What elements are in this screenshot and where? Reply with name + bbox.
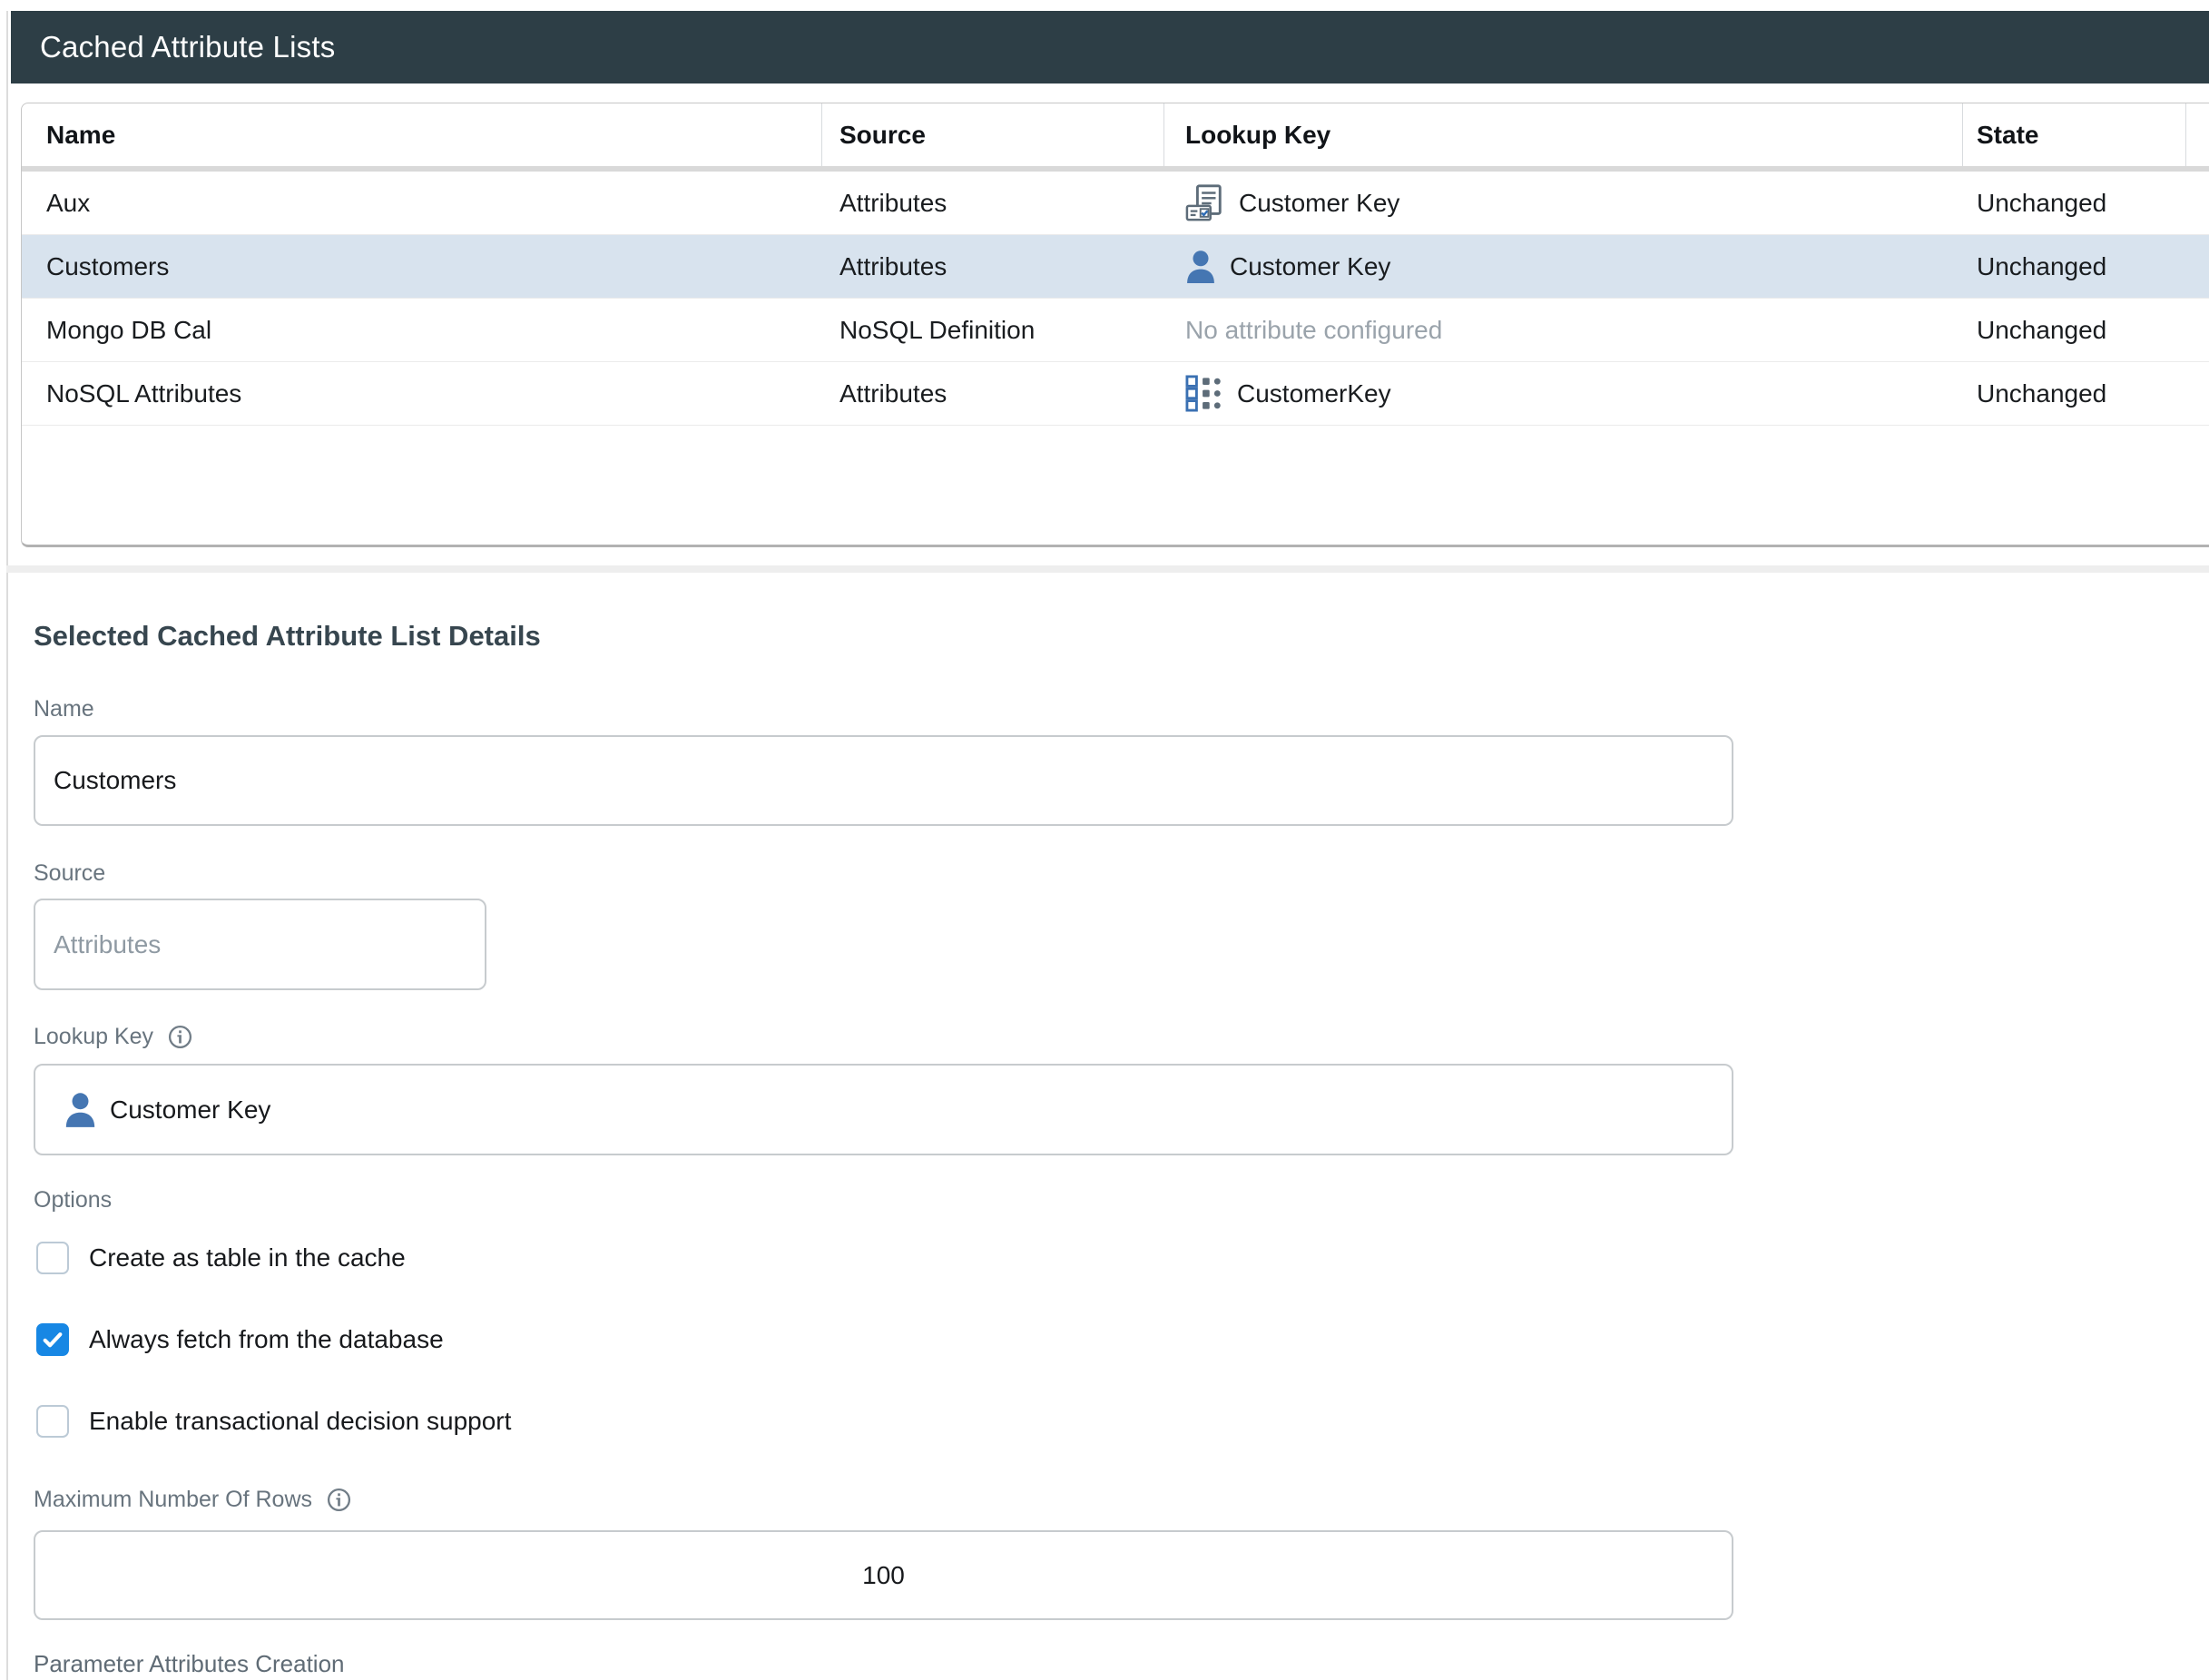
- option-always-fetch: Always fetch from the database: [36, 1323, 444, 1356]
- cell-lookup-key: Customer Key: [1164, 172, 1963, 234]
- person-icon: [64, 1092, 96, 1128]
- column-header-spacer: [2186, 103, 2209, 166]
- checkbox-checked[interactable]: [36, 1323, 69, 1356]
- cell-name: NoSQL Attributes: [22, 362, 822, 425]
- cell-spacer: [2186, 362, 2209, 425]
- max-rows-input[interactable]: [35, 1532, 1732, 1618]
- person-icon: [1185, 250, 1216, 284]
- lookup-key-text: Customer Key: [1230, 252, 1390, 281]
- checkbox-unchecked[interactable]: [36, 1405, 69, 1438]
- panel-left-border: [6, 11, 8, 1680]
- cell-state: Unchanged: [1963, 172, 2186, 234]
- checkbox-label: Create as table in the cache: [89, 1243, 406, 1272]
- cell-source: Attributes: [822, 235, 1164, 298]
- lookup-key-text: CustomerKey: [1237, 379, 1391, 408]
- cell-source: Attributes: [822, 362, 1164, 425]
- column-header-lookup-key[interactable]: Lookup Key: [1164, 103, 1963, 166]
- cell-state: Unchanged: [1963, 299, 2186, 361]
- max-rows-label-row: Maximum Number Of Rows: [34, 1487, 351, 1513]
- source-field-label: Source: [34, 860, 105, 887]
- checkbox-label: Always fetch from the database: [89, 1325, 444, 1354]
- lookup-key-value: Customer Key: [110, 1095, 270, 1125]
- options-label: Options: [34, 1187, 112, 1213]
- lookup-key-empty-text: No attribute configured: [1185, 316, 1442, 345]
- form-checklist-icon: [1185, 183, 1225, 223]
- lookup-key-label-row: Lookup Key: [34, 1024, 192, 1050]
- option-transactional-support: Enable transactional decision support: [36, 1405, 511, 1438]
- name-field-label: Name: [34, 696, 94, 722]
- cell-name: Mongo DB Cal: [22, 299, 822, 361]
- attribute-grid-icon: [1185, 375, 1223, 412]
- cell-state: Unchanged: [1963, 235, 2186, 298]
- cell-lookup-key: Customer Key: [1164, 235, 1963, 298]
- section-divider: [6, 565, 2209, 573]
- lookup-key-text: Customer Key: [1239, 189, 1399, 218]
- cell-state: Unchanged: [1963, 362, 2186, 425]
- cached-attribute-lists-table: Name Source Lookup Key State Aux Attribu…: [21, 103, 2209, 547]
- table-header-row: Name Source Lookup Key State: [22, 103, 2209, 172]
- info-icon[interactable]: [327, 1488, 351, 1512]
- lookup-key-field-label: Lookup Key: [34, 1024, 153, 1050]
- table-row[interactable]: Mongo DB Cal NoSQL Definition No attribu…: [22, 299, 2209, 362]
- source-input[interactable]: [35, 900, 485, 988]
- checkbox-unchecked[interactable]: [36, 1242, 69, 1274]
- cell-source: NoSQL Definition: [822, 299, 1164, 361]
- column-header-source[interactable]: Source: [822, 103, 1164, 166]
- cell-lookup-key: No attribute configured: [1164, 299, 1963, 361]
- max-rows-field-label: Maximum Number Of Rows: [34, 1487, 312, 1513]
- name-input-wrapper: [34, 735, 1733, 826]
- max-rows-input-wrapper: [34, 1530, 1733, 1620]
- table-row[interactable]: Aux Attributes Customer Key Unchanged: [22, 172, 2209, 235]
- checkbox-label: Enable transactional decision support: [89, 1407, 511, 1436]
- parameter-attributes-creation-label: Parameter Attributes Creation: [34, 1650, 345, 1678]
- info-icon[interactable]: [168, 1025, 192, 1049]
- cell-spacer: [2186, 172, 2209, 234]
- option-create-as-table: Create as table in the cache: [36, 1242, 406, 1274]
- details-heading: Selected Cached Attribute List Details: [34, 620, 541, 653]
- cell-source: Attributes: [822, 172, 1164, 234]
- source-input-wrapper: [34, 899, 486, 990]
- cell-name: Customers: [22, 235, 822, 298]
- lookup-key-input[interactable]: Customer Key: [34, 1064, 1733, 1155]
- table-row[interactable]: NoSQL Attributes Attributes CustomerKey …: [22, 362, 2209, 426]
- column-header-state[interactable]: State: [1963, 103, 2186, 166]
- cell-name: Aux: [22, 172, 822, 234]
- panel-title: Cached Attribute Lists: [40, 30, 335, 64]
- name-input[interactable]: [35, 737, 1732, 824]
- table-row-selected[interactable]: Customers Attributes Customer Key Unchan…: [22, 235, 2209, 299]
- column-header-name[interactable]: Name: [22, 103, 822, 166]
- cell-spacer: [2186, 235, 2209, 298]
- cell-spacer: [2186, 299, 2209, 361]
- cell-lookup-key: CustomerKey: [1164, 362, 1963, 425]
- panel-titlebar: Cached Attribute Lists: [11, 11, 2209, 84]
